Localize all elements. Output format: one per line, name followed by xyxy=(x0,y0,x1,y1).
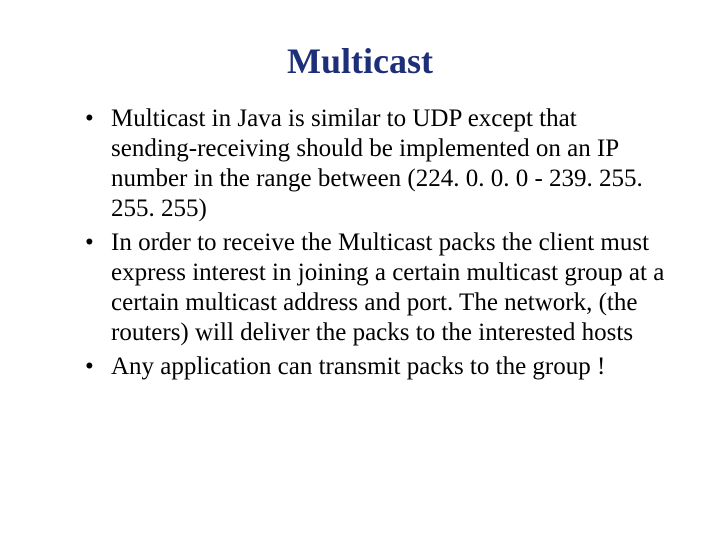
bullet-item: Multicast in Java is similar to UDP exce… xyxy=(85,104,665,224)
bullet-item: In order to receive the Multicast packs … xyxy=(85,228,665,348)
bullet-list: Multicast in Java is similar to UDP exce… xyxy=(55,104,665,382)
bullet-item: Any application can transmit packs to th… xyxy=(85,352,665,382)
slide-title: Multicast xyxy=(55,40,665,82)
